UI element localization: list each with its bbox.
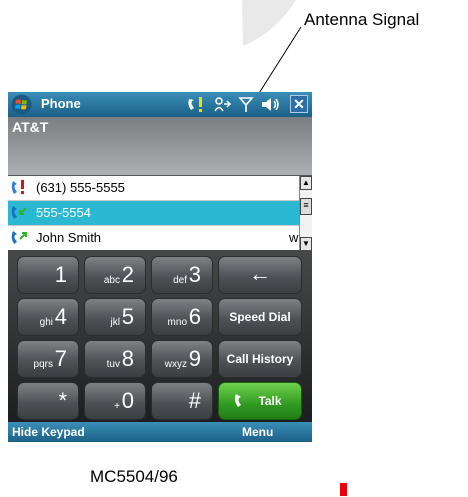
key-digit: 1 <box>54 262 67 287</box>
key-letters: ghi <box>39 317 53 328</box>
incoming-call-icon <box>11 206 27 219</box>
backspace-icon: ← <box>249 261 271 286</box>
scroll-thumb[interactable]: ≡ <box>300 198 312 215</box>
key-3[interactable]: def 3 <box>151 256 213 294</box>
key-digit: 5 <box>121 304 134 329</box>
scroll-up-button[interactable]: ▲ <box>300 176 312 190</box>
key-9[interactable]: wxyz 9 <box>151 340 213 378</box>
windows-start-icon[interactable] <box>11 94 32 115</box>
key-letters: mno <box>167 317 187 328</box>
key-digit: * <box>58 388 67 413</box>
phone-screen: Phone ✕ AT&T (631) 555-5555 555-5554 Joh… <box>8 92 312 442</box>
dial-keypad: 1 abc 2 def 3 ← ghi 4 jkl 5 mno 6 Speed … <box>8 250 312 422</box>
key-1[interactable]: 1 <box>17 256 79 294</box>
carrier-area: AT&T <box>8 117 312 175</box>
app-title: Phone <box>41 96 81 111</box>
figure-caption: MC5504/96 <box>90 467 178 486</box>
key-digit: 6 <box>188 304 201 329</box>
softkey-bar: Hide Keypad Menu <box>8 422 312 442</box>
key-hash[interactable]: # <box>151 382 213 420</box>
list-scrollbar[interactable]: ▲ ≡ ▼ <box>299 176 312 251</box>
connectivity-icon[interactable] <box>212 95 232 114</box>
scroll-down-button[interactable]: ▼ <box>300 237 312 251</box>
speed-dial-button[interactable]: Speed Dial <box>218 298 302 336</box>
title-bar: Phone ✕ <box>8 92 312 117</box>
list-item-label: John Smith <box>36 230 102 245</box>
key-letters: def <box>173 275 187 286</box>
menu-softkey[interactable]: Menu <box>242 425 273 439</box>
missed-call-status-icon[interactable] <box>186 95 208 114</box>
call-history-label: Call History <box>226 352 294 366</box>
carrier-name: AT&T <box>12 119 49 135</box>
talk-label: Talk <box>258 394 282 408</box>
call-history-list: (631) 555-5555 555-5554 John Smith w ▲ ≡… <box>8 175 312 251</box>
key-digit: 3 <box>188 262 201 287</box>
volume-icon[interactable] <box>260 95 282 114</box>
key-letters: + <box>114 401 120 412</box>
key-4[interactable]: ghi 4 <box>17 298 79 336</box>
speed-dial-label: Speed Dial <box>229 310 291 324</box>
antenna-signal-icon[interactable] <box>238 95 254 114</box>
talk-button[interactable]: Talk <box>218 382 302 420</box>
list-item[interactable]: 555-5554 <box>8 201 299 226</box>
key-digit: 7 <box>54 346 67 371</box>
key-letters: jkl <box>110 317 120 328</box>
key-6[interactable]: mno 6 <box>151 298 213 336</box>
key-star[interactable]: * <box>17 382 79 420</box>
key-digit: 4 <box>54 304 67 329</box>
list-item[interactable]: (631) 555-5555 <box>8 176 299 201</box>
key-digit: 9 <box>188 346 201 371</box>
red-marker <box>340 483 347 496</box>
key-digit: 8 <box>121 346 134 371</box>
key-digit: 0 <box>121 388 134 413</box>
key-digit: # <box>188 388 201 413</box>
close-button[interactable]: ✕ <box>290 95 308 113</box>
key-letters: wxyz <box>164 359 187 370</box>
list-item[interactable]: John Smith w <box>8 226 299 251</box>
backspace-button[interactable]: ← <box>218 256 302 294</box>
list-item-label: 555-5554 <box>36 205 91 220</box>
call-history-button[interactable]: Call History <box>218 340 302 378</box>
key-7[interactable]: pqrs 7 <box>17 340 79 378</box>
outgoing-call-icon <box>11 231 27 244</box>
key-8[interactable]: tuv 8 <box>84 340 146 378</box>
key-letters: tuv <box>106 359 120 370</box>
key-5[interactable]: jkl 5 <box>84 298 146 336</box>
key-0[interactable]: + 0 <box>84 382 146 420</box>
key-digit: 2 <box>121 262 134 287</box>
missed-call-icon <box>11 180 24 194</box>
key-2[interactable]: abc 2 <box>84 256 146 294</box>
key-letters: pqrs <box>33 359 53 370</box>
key-letters: abc <box>103 275 120 286</box>
hide-keypad-softkey[interactable]: Hide Keypad <box>12 425 85 439</box>
list-item-type-letter: w <box>289 230 299 245</box>
list-item-label: (631) 555-5555 <box>36 180 125 195</box>
